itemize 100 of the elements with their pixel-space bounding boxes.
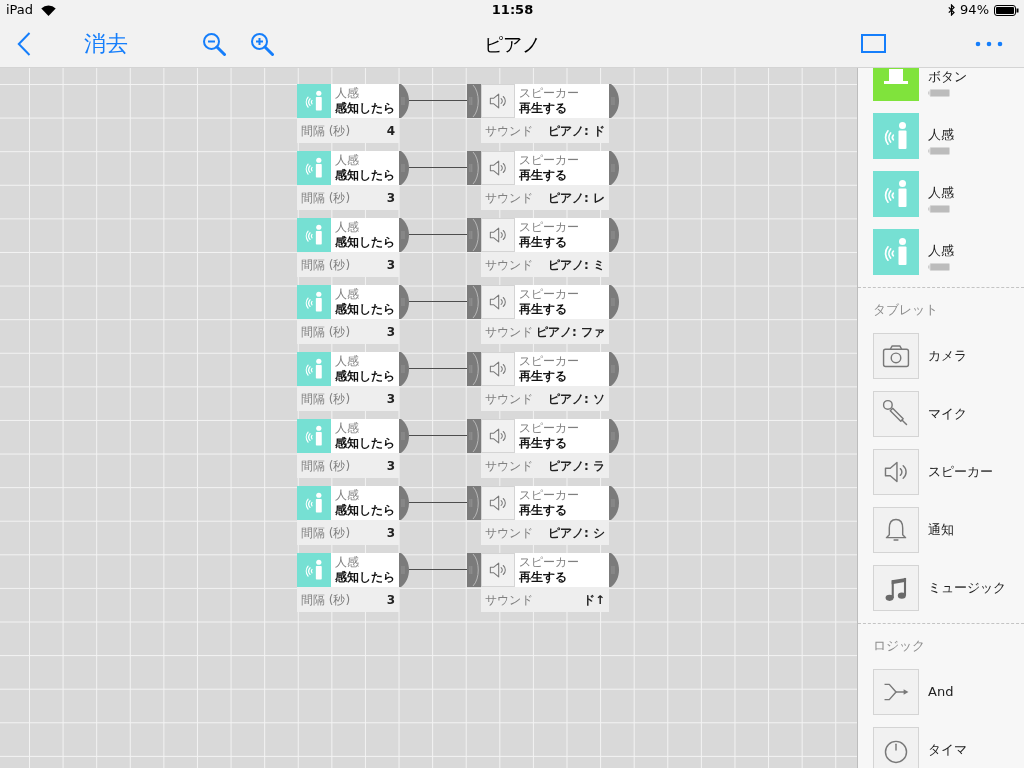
connection-line — [409, 502, 467, 503]
plug-port-icon[interactable] — [399, 151, 409, 185]
parameter-value[interactable]: 3 — [386, 324, 395, 339]
palette-label: ボタン — [928, 69, 967, 85]
plug-port-icon[interactable] — [399, 553, 409, 587]
speaker-icon — [481, 84, 515, 118]
plug-port-icon[interactable] — [609, 84, 619, 118]
rectangle-icon[interactable] — [861, 34, 886, 53]
speaker-icon — [481, 151, 515, 185]
block-behavior: 感知したら — [335, 570, 395, 585]
plug-port-icon[interactable] — [609, 352, 619, 386]
speaker-icon[interactable] — [873, 449, 919, 495]
plug-port-icon[interactable] — [609, 285, 619, 319]
parameter-label: 間隔 (秒) — [301, 458, 351, 473]
microphone-icon[interactable] — [873, 391, 919, 437]
motion-sensor-icon — [297, 352, 331, 386]
block-behavior: 再生する — [519, 101, 567, 116]
parameter-value[interactable]: ピアノ: シ — [548, 525, 605, 540]
camera-icon[interactable] — [873, 333, 919, 379]
parameter-value[interactable]: ピアノ: レ — [548, 190, 605, 205]
plug-port-icon[interactable] — [609, 553, 619, 587]
parameter-value[interactable]: 3 — [386, 257, 395, 272]
parameter-value[interactable]: ピアノ: ソ — [548, 391, 605, 406]
plug-port-icon[interactable] — [609, 151, 619, 185]
block-behavior: 再生する — [519, 436, 567, 451]
trigger-block[interactable]: 人感 感知したら 間隔 (秒) 4 — [297, 84, 399, 143]
plug-port-icon[interactable] — [609, 486, 619, 520]
speaker-icon — [481, 218, 515, 252]
parameter-value[interactable]: ピアノ: ミ — [548, 257, 605, 272]
timer-icon[interactable] — [873, 727, 919, 768]
parameter-value[interactable]: 3 — [386, 391, 395, 406]
parameter-label: サウンド — [485, 592, 533, 607]
battery-icon — [994, 4, 1019, 16]
action-block[interactable]: スピーカー 再生する サウンド ピアノ: ファ — [481, 285, 609, 344]
trigger-block[interactable]: 人感 感知したら 間隔 (秒) 3 — [297, 553, 399, 612]
parameter-label: 間隔 (秒) — [301, 190, 351, 205]
action-block[interactable]: スピーカー 再生する サウンド ピアノ: ラ — [481, 419, 609, 478]
trigger-block[interactable]: 人感 感知したら 間隔 (秒) 3 — [297, 285, 399, 344]
socket-port-icon[interactable] — [467, 553, 481, 587]
trigger-block[interactable]: 人感 感知したら 間隔 (秒) 3 — [297, 218, 399, 277]
battery-percent: 94% — [960, 2, 989, 18]
parameter-label: サウンド — [485, 458, 533, 473]
trigger-block[interactable]: 人感 感知したら 間隔 (秒) 3 — [297, 151, 399, 210]
action-block[interactable]: スピーカー 再生する サウンド ピアノ: ド — [481, 84, 609, 143]
plug-port-icon[interactable] — [609, 218, 619, 252]
plug-port-icon[interactable] — [399, 285, 409, 319]
block-behavior: 感知したら — [335, 369, 395, 384]
zoom-out-icon[interactable] — [202, 31, 226, 56]
plug-port-icon[interactable] — [399, 218, 409, 252]
parameter-value[interactable]: 3 — [386, 190, 395, 205]
plug-port-icon[interactable] — [399, 84, 409, 118]
block-category: 人感 — [335, 220, 359, 234]
clock-time: 11:58 — [491, 2, 534, 18]
bell-icon[interactable] — [873, 507, 919, 553]
socket-port-icon[interactable] — [467, 352, 481, 386]
plug-port-icon[interactable] — [399, 486, 409, 520]
block-behavior: 感知したら — [335, 302, 395, 317]
motion-sensor-icon — [297, 553, 331, 587]
back-icon[interactable] — [17, 31, 31, 56]
socket-port-icon[interactable] — [467, 486, 481, 520]
action-block[interactable]: スピーカー 再生する サウンド ピアノ: レ — [481, 151, 609, 210]
action-block[interactable]: スピーカー 再生する サウンド ピアノ: ソ — [481, 352, 609, 411]
connection-line — [409, 301, 467, 302]
socket-port-icon[interactable] — [467, 285, 481, 319]
plug-port-icon[interactable] — [399, 352, 409, 386]
block-category: 人感 — [335, 287, 359, 301]
parameter-label: サウンド — [485, 123, 533, 138]
block-category: スピーカー — [519, 86, 579, 100]
device-name: iPad — [6, 2, 34, 18]
palette-label: 人感 — [928, 127, 954, 143]
trigger-block[interactable]: 人感 感知したら 間隔 (秒) 3 — [297, 486, 399, 545]
parameter-value[interactable]: 3 — [386, 525, 395, 540]
parameter-value[interactable]: ド↑ — [582, 592, 605, 607]
speaker-icon — [481, 352, 515, 386]
connection-line — [409, 234, 467, 235]
motion-sensor-icon — [297, 151, 331, 185]
parameter-value[interactable]: ピアノ: ラ — [548, 458, 605, 473]
socket-port-icon[interactable] — [467, 151, 481, 185]
parameter-value[interactable]: 3 — [386, 592, 395, 607]
block-behavior: 再生する — [519, 302, 567, 317]
action-block[interactable]: スピーカー 再生する サウンド ピアノ: シ — [481, 486, 609, 545]
action-block[interactable]: スピーカー 再生する サウンド ピアノ: ミ — [481, 218, 609, 277]
parameter-value[interactable]: ピアノ: ファ — [536, 324, 605, 339]
parameter-label: サウンド — [485, 257, 533, 272]
parameter-value[interactable]: 4 — [386, 123, 395, 138]
plug-port-icon[interactable] — [609, 419, 619, 453]
parameter-value[interactable]: 3 — [386, 458, 395, 473]
plug-port-icon[interactable] — [399, 419, 409, 453]
trigger-block[interactable]: 人感 感知したら 間隔 (秒) 3 — [297, 352, 399, 411]
zoom-in-icon[interactable] — [250, 31, 274, 56]
parameter-label: 間隔 (秒) — [301, 592, 351, 607]
connection-line — [409, 100, 467, 101]
trigger-block[interactable]: 人感 感知したら 間隔 (秒) 3 — [297, 419, 399, 478]
socket-port-icon[interactable] — [467, 84, 481, 118]
music-note-icon[interactable] — [873, 565, 919, 611]
socket-port-icon[interactable] — [467, 218, 481, 252]
action-block[interactable]: スピーカー 再生する サウンド ド↑ — [481, 553, 609, 612]
more-icon[interactable] — [975, 40, 1003, 47]
socket-port-icon[interactable] — [467, 419, 481, 453]
parameter-value[interactable]: ピアノ: ド — [548, 123, 605, 138]
